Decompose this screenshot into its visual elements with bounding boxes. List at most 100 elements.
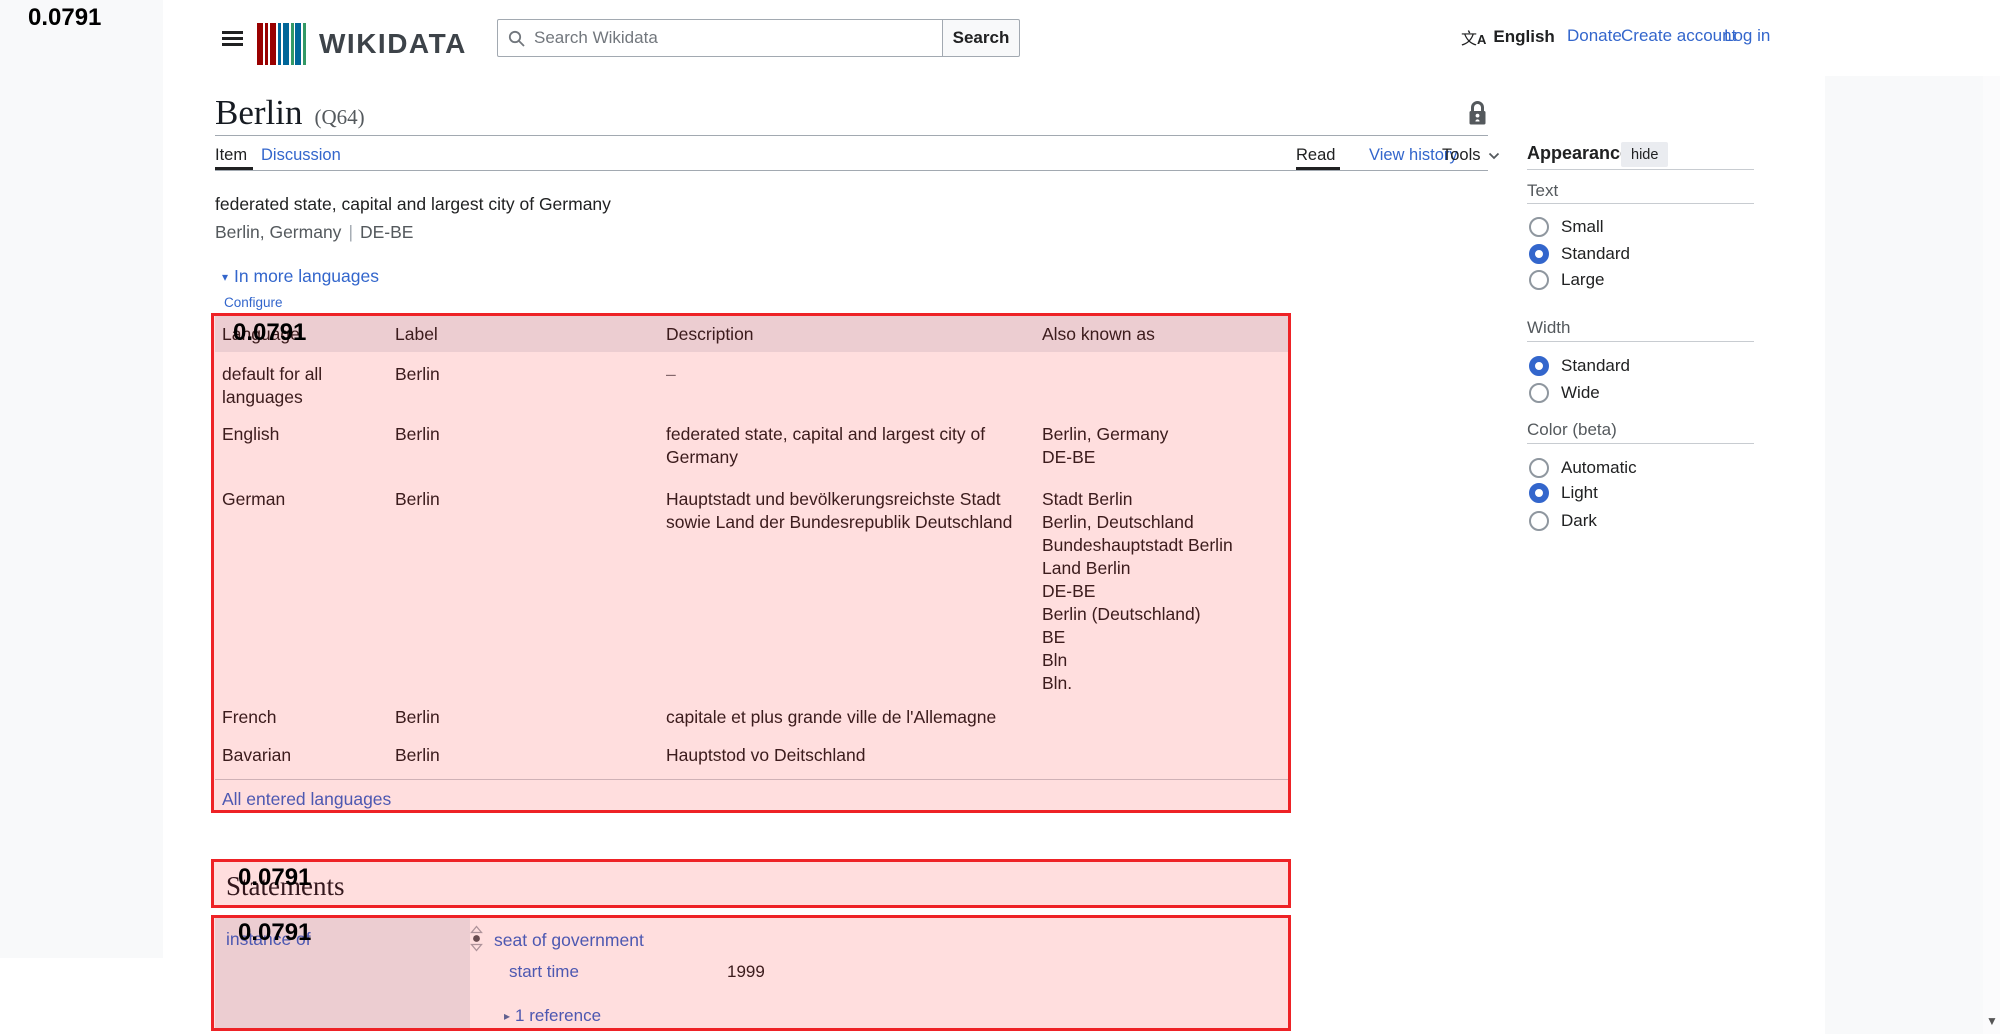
table-row: default for all languages Berlin – [215,352,1288,412]
column-header-also-known-as: Also known as [1035,316,1288,352]
tab-read[interactable]: Read [1296,146,1335,165]
in-more-languages-toggle[interactable]: ▾ In more languages [222,266,379,287]
chevron-down-icon [1488,152,1500,160]
cell-language: English [215,423,388,477]
reference-expand-icon: ▸ [504,1009,510,1023]
radio-icon[interactable] [1529,383,1549,403]
page-title: Berlin(Q64) [215,93,365,133]
table-row: French Berlin capitale et plus grande vi… [215,695,1288,733]
appearance-divider [1527,443,1754,444]
appearance-divider [1527,341,1754,342]
alias-separator: | [348,222,353,242]
wikidata-logo-icon [257,23,307,65]
cell-language: French [215,706,388,733]
radio-option-text-standard[interactable]: Standard [1529,242,1630,266]
cell-label: Berlin [388,706,659,733]
table-row: German Berlin Hauptstadt und bevölkerung… [215,477,1288,695]
donate-link[interactable]: Donate [1567,26,1622,46]
alias-item: BE [1042,626,1278,649]
terms-table-header: Language Label Description Also known as [215,316,1288,352]
entity-description: federated state, capital and largest cit… [215,194,611,215]
lock-icon[interactable] [1466,99,1489,128]
terms-table-footer: All entered languages [215,779,1288,813]
tab-discussion[interactable]: Discussion [261,146,341,165]
wikidata-logo[interactable]: WIKIDATA [257,23,467,65]
appearance-section-color: Color (beta) [1527,420,1617,440]
scrollbar-track[interactable] [1983,76,2000,1034]
cell-label: Berlin [388,423,659,477]
collapse-triangle-icon: ▾ [222,270,228,284]
radio-option-width-standard[interactable]: Standard [1529,354,1630,378]
cell-aliases [1035,744,1288,779]
create-account-link[interactable]: Create account [1621,26,1736,46]
log-in-link[interactable]: Log in [1724,26,1770,46]
radio-option-width-wide[interactable]: Wide [1529,381,1600,405]
search-input[interactable] [534,28,942,48]
language-selector-label: English [1493,27,1554,47]
appearance-divider [1527,169,1754,170]
alias-item: Berlin, Deutschland [1042,511,1278,534]
search-bar[interactable] [497,19,943,57]
radio-icon-selected[interactable] [1529,356,1549,376]
left-margin-panel [0,0,163,958]
column-header-label: Label [388,316,659,352]
menu-icon[interactable] [222,31,243,46]
in-more-languages-label: In more languages [234,266,379,287]
all-entered-languages-link[interactable]: All entered languages [222,789,391,809]
cell-description: Hauptstod vo Deitschland [659,744,1035,779]
radio-option-text-small[interactable]: Small [1529,215,1604,239]
alias-item: Bln [1042,649,1278,672]
cell-aliases [1035,363,1288,412]
detection-overlay-statements-heading [211,859,1291,908]
radio-option-color-dark[interactable]: Dark [1529,509,1597,533]
table-row: Bavarian Berlin Hauptstod vo Deitschland [215,733,1288,779]
radio-icon[interactable] [1529,511,1549,531]
qualifier-property-link[interactable]: start time [509,962,579,982]
terms-table: Language Label Description Also known as… [215,316,1288,813]
cell-language: German [215,488,388,695]
tab-tools[interactable]: Tools [1442,146,1500,165]
radio-icon-selected[interactable] [1529,244,1549,264]
alias-item: Stadt Berlin [1042,488,1278,511]
scrollbar-down-arrow-icon[interactable]: ▼ [1986,1014,1998,1028]
logo-wordmark: WIKIDATA [319,28,467,60]
entity-aliases: Berlin, Germany | DE-BE [215,222,413,243]
column-header-language: Language [215,316,388,352]
cell-aliases: Stadt Berlin Berlin, Deutschland Bundesh… [1035,488,1288,695]
property-link-instance-of[interactable]: instance of [226,929,311,950]
appearance-divider [1527,203,1754,204]
tab-tools-label: Tools [1442,146,1481,165]
cell-description: Hauptstadt und bevölkerungsreichste Stad… [659,488,1035,695]
title-divider [215,135,1488,136]
alias-secondary: DE-BE [360,222,413,242]
cell-label: Berlin [388,363,659,412]
alias-item: Land Berlin [1042,557,1278,580]
cell-language: Bavarian [215,744,388,779]
radio-icon-selected[interactable] [1529,483,1549,503]
cell-description: federated state, capital and largest cit… [659,423,1035,477]
alias-primary: Berlin, Germany [215,222,341,242]
table-row: English Berlin federated state, capital … [215,412,1288,477]
statement-value-link[interactable]: seat of government [494,930,644,951]
references-toggle[interactable]: ▸ 1 reference [504,1006,601,1026]
radio-option-color-light[interactable]: Light [1529,481,1598,505]
tab-item[interactable]: Item [215,146,247,165]
radio-option-color-automatic[interactable]: Automatic [1529,456,1637,480]
rank-selector-icon [470,925,483,952]
hide-appearance-button[interactable]: hide [1621,142,1668,167]
statements-heading: Statements [226,871,344,902]
language-selector[interactable]: 文A English [1461,25,1555,49]
cell-description: – [659,363,1035,412]
cell-aliases: Berlin, Germany DE-BE [1035,423,1288,477]
search-button[interactable]: Search [942,19,1020,57]
wikidata-page: ▼ WIKIDATA Search 文A English Donate Crea… [0,0,2000,1034]
radio-icon[interactable] [1529,217,1549,237]
appearance-title: Appearance [1527,143,1630,164]
appearance-section-width: Width [1527,318,1570,338]
radio-icon[interactable] [1529,270,1549,290]
radio-option-text-large[interactable]: Large [1529,268,1604,292]
configure-link[interactable]: Configure [224,295,283,310]
column-header-description: Description [659,316,1035,352]
radio-icon[interactable] [1529,458,1549,478]
alias-item: DE-BE [1042,580,1278,603]
